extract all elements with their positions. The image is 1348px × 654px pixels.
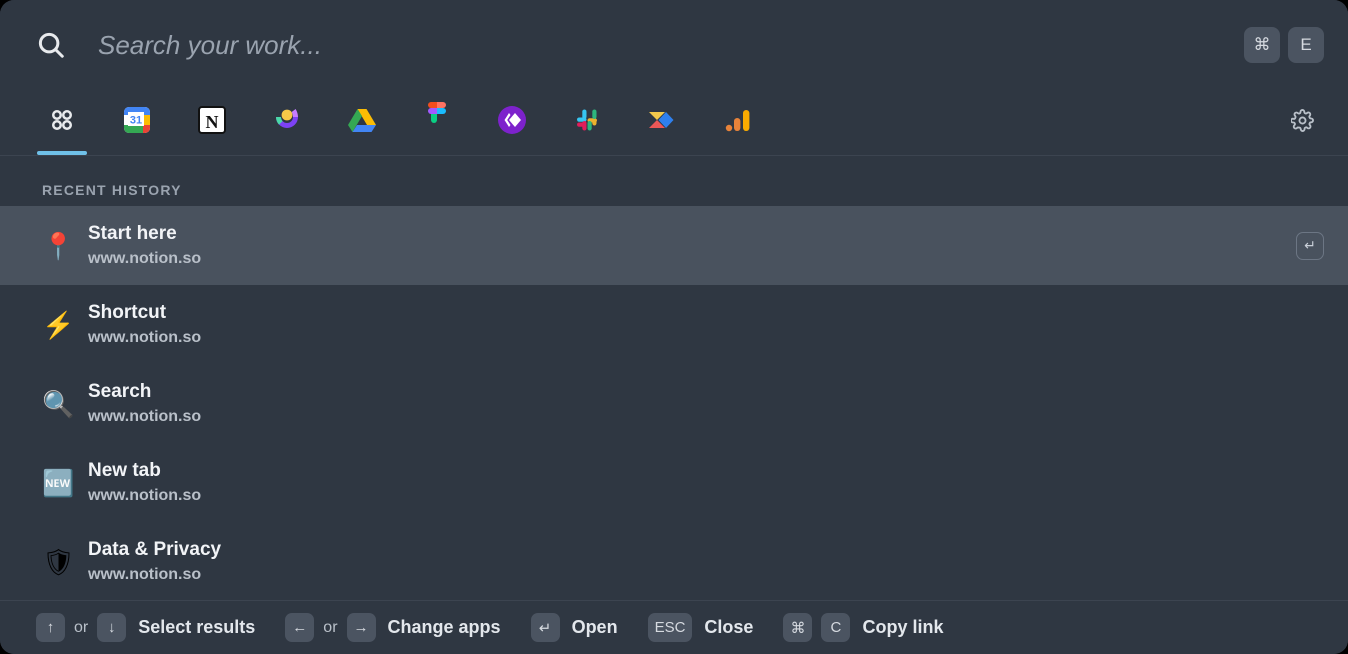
tab-underline <box>412 151 462 155</box>
tab-google-calendar[interactable]: 31 <box>99 90 174 155</box>
slack-icon <box>571 104 603 141</box>
app-tab-bar: 31 N <box>0 90 1348 156</box>
hint-select-results: ↑ or ↓ Select results <box>36 613 255 642</box>
pushpin-emoji: 📍 <box>42 230 75 261</box>
list-item-text: New tab www.notion.so <box>88 460 1324 505</box>
google-calendar-icon: 31 <box>121 104 153 141</box>
e-key[interactable]: E <box>1288 27 1324 63</box>
hint-close: ESC Close <box>647 613 754 642</box>
list-item[interactable]: 🆕 New tab www.notion.so <box>0 443 1348 522</box>
arrow-up-key[interactable]: ↑ <box>36 613 65 642</box>
craft-icon <box>496 104 528 141</box>
list-item-title: Shortcut <box>88 302 167 323</box>
shield-emoji: 🛡 <box>42 546 76 577</box>
hint-label: Close <box>704 617 754 637</box>
gusto-icon <box>271 104 303 141</box>
list-item[interactable]: 🔍 Search www.notion.so <box>0 364 1348 443</box>
arrow-right-key[interactable]: → <box>346 613 376 642</box>
hint-copy-link: ⌘ C Copy link <box>783 613 943 642</box>
arrow-down-key[interactable]: ↓ <box>97 613 127 642</box>
magnifier-emoji: 🔍 <box>42 388 75 419</box>
svg-text:31: 31 <box>129 115 141 127</box>
tab-google-drive[interactable] <box>324 90 399 155</box>
new-badge-emoji: 🆕 <box>42 467 75 498</box>
cmd-key[interactable]: ⌘ <box>783 613 813 642</box>
command-palette-window: ⌘ E <box>0 0 1348 654</box>
active-tab-underline <box>36 151 87 155</box>
tab-craft[interactable] <box>474 90 549 155</box>
list-item-title: Search <box>88 381 152 402</box>
tab-google-analytics[interactable] <box>699 90 774 155</box>
search-input[interactable] <box>78 29 1244 61</box>
hint-or-label: or <box>74 618 89 636</box>
settings-gear-button[interactable] <box>1280 90 1324 155</box>
hint-or-label: or <box>323 618 338 636</box>
front-icon <box>645 105 679 140</box>
tab-underline <box>562 151 612 155</box>
list-item-title: Data & Privacy <box>88 539 222 560</box>
search-shortcut-group: ⌘ E <box>1244 27 1324 63</box>
list-item-url: www.notion.so <box>88 408 202 425</box>
tab-front[interactable] <box>624 90 699 155</box>
list-item-text: Search www.notion.so <box>88 381 1324 426</box>
tab-figma[interactable] <box>399 90 474 155</box>
tab-bar-spacer <box>774 90 1280 155</box>
list-item-url: www.notion.so <box>88 329 202 346</box>
list-item-url: www.notion.so <box>88 566 202 583</box>
esc-key[interactable]: ESC <box>647 613 693 642</box>
list-item[interactable]: 🛡 Data & Privacy www.notion.so <box>0 522 1348 600</box>
tab-underline <box>637 151 687 155</box>
list-item[interactable]: 📍 Start here www.notion.so ↵ <box>0 206 1348 285</box>
app-tabs: 31 N <box>24 90 774 155</box>
list-item-title: New tab <box>88 460 161 481</box>
tab-underline <box>262 151 312 155</box>
section-title-recent-history: RECENT HISTORY <box>42 182 182 198</box>
google-drive-icon <box>346 104 378 141</box>
enter-key[interactable]: ↵ <box>530 613 560 642</box>
list-item[interactable]: ⚡ Shortcut www.notion.so <box>0 285 1348 364</box>
figma-icon <box>424 102 450 143</box>
tab-slack[interactable] <box>549 90 624 155</box>
tab-underline <box>112 151 162 155</box>
notion-icon: N <box>196 104 228 141</box>
c-key[interactable]: C <box>821 613 851 642</box>
hint-label: Select results <box>138 617 256 637</box>
four-circles-icon <box>47 105 77 140</box>
list-item-url: www.notion.so <box>88 250 202 267</box>
hint-label: Open <box>571 617 618 637</box>
search-bar: ⌘ E <box>0 0 1348 90</box>
arrow-left-key[interactable]: ← <box>285 613 315 642</box>
list-item-text: Shortcut www.notion.so <box>88 302 1324 347</box>
list-item-text: Data & Privacy www.notion.so <box>88 539 1324 584</box>
enter-key-badge[interactable]: ↵ <box>1296 231 1324 260</box>
hint-change-apps: ← or → Change apps <box>285 613 501 642</box>
tab-gusto[interactable] <box>249 90 324 155</box>
tab-notion[interactable]: N <box>174 90 249 155</box>
tab-underline <box>487 151 537 155</box>
list-item-title: Start here <box>88 223 177 244</box>
lightning-emoji: ⚡ <box>42 309 75 340</box>
google-analytics-icon <box>721 104 753 141</box>
tab-underline <box>187 151 237 155</box>
list-item-url: www.notion.so <box>88 487 202 504</box>
search-icon <box>36 30 78 60</box>
svg-text:N: N <box>205 112 218 132</box>
hint-label: Change apps <box>387 617 501 637</box>
tab-underline <box>712 151 762 155</box>
gear-icon <box>1289 108 1314 137</box>
footer-hint-bar: ↑ or ↓ Select results ← or → Change apps… <box>0 600 1348 654</box>
tab-underline <box>337 151 387 155</box>
list-item-text: Start here www.notion.so <box>88 223 1296 268</box>
hint-label: Copy link <box>862 617 944 637</box>
results-list[interactable]: RECENT HISTORY 📍 Start here www.notion.s… <box>0 156 1348 600</box>
hint-open: ↵ Open <box>530 613 618 642</box>
tab-all-apps[interactable] <box>24 90 99 155</box>
cmd-key[interactable]: ⌘ <box>1244 27 1280 63</box>
